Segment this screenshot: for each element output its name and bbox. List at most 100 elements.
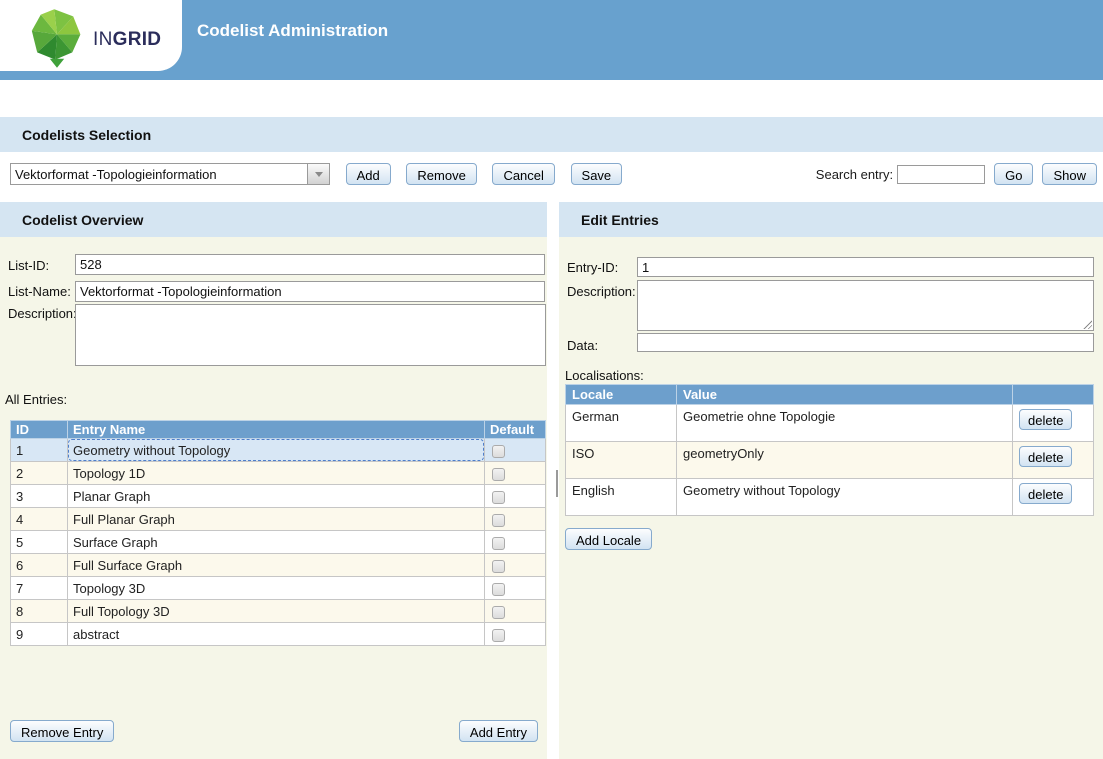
entry-id-cell[interactable]: 3 bbox=[11, 485, 68, 508]
table-row[interactable]: 7Topology 3D bbox=[11, 577, 546, 600]
add-button[interactable]: Add bbox=[346, 163, 391, 185]
list-description-textarea[interactable] bbox=[75, 304, 546, 366]
default-checkbox[interactable] bbox=[492, 606, 505, 619]
entry-name-cell[interactable]: Full Planar Graph bbox=[68, 508, 485, 531]
entry-default-cell bbox=[485, 508, 546, 531]
remove-entry-button[interactable]: Remove Entry bbox=[10, 720, 114, 742]
table-row[interactable]: 5Surface Graph bbox=[11, 531, 546, 554]
entries-tbody: 1Geometry without Topology2Topology 1D3P… bbox=[11, 439, 546, 646]
table-row[interactable]: 8Full Topology 3D bbox=[11, 600, 546, 623]
localisations-label: Localisations: bbox=[565, 368, 644, 383]
save-button[interactable]: Save bbox=[571, 163, 623, 185]
locale-cell[interactable]: ISO bbox=[566, 442, 677, 479]
default-checkbox[interactable] bbox=[492, 583, 505, 596]
page-title: Codelist Administration bbox=[197, 21, 388, 41]
entry-id-cell[interactable]: 6 bbox=[11, 554, 68, 577]
localisation-row[interactable]: ISOgeometryOnly delete bbox=[566, 442, 1094, 479]
panel-splitter[interactable] bbox=[556, 470, 558, 497]
localisation-row[interactable]: GermanGeometrie ohne Topologie delete bbox=[566, 405, 1094, 442]
default-checkbox[interactable] bbox=[492, 445, 505, 458]
add-entry-button[interactable]: Add Entry bbox=[459, 720, 538, 742]
remove-button[interactable]: Remove bbox=[406, 163, 476, 185]
delete-button[interactable]: delete bbox=[1019, 483, 1072, 504]
localisations-table: Locale Value GermanGeometrie ohne Topolo… bbox=[565, 384, 1094, 516]
col-header-value: Value bbox=[677, 385, 1013, 405]
codelists-selection-header: Codelists Selection bbox=[0, 117, 1103, 152]
entry-default-cell bbox=[485, 554, 546, 577]
entry-id-cell[interactable]: 1 bbox=[11, 439, 68, 462]
description-label: Description: bbox=[8, 306, 77, 321]
entry-id-cell[interactable]: 9 bbox=[11, 623, 68, 646]
entry-default-cell bbox=[485, 439, 546, 462]
entry-name-cell[interactable]: Geometry without Topology bbox=[68, 439, 485, 462]
default-checkbox[interactable] bbox=[492, 560, 505, 573]
table-row[interactable]: 6Full Surface Graph bbox=[11, 554, 546, 577]
codelist-overview-header: Codelist Overview bbox=[0, 202, 547, 237]
selection-controls: Vektorformat -Topologieinformation Add R… bbox=[10, 163, 1097, 187]
entry-name-cell[interactable]: abstract bbox=[68, 623, 485, 646]
entry-id-cell[interactable]: 2 bbox=[11, 462, 68, 485]
list-id-label: List-ID: bbox=[8, 258, 49, 273]
entry-id-cell[interactable]: 5 bbox=[11, 531, 68, 554]
entry-name-cell[interactable]: Full Topology 3D bbox=[68, 600, 485, 623]
locale-cell[interactable]: German bbox=[566, 405, 677, 442]
edit-entries-panel: Edit Entries Entry-ID: Description: Data… bbox=[559, 202, 1103, 759]
locale-cell[interactable]: English bbox=[566, 479, 677, 516]
value-cell[interactable]: Geometry without Topology bbox=[677, 479, 1013, 516]
list-name-label: List-Name: bbox=[8, 284, 71, 299]
entry-description-label: Description: bbox=[567, 284, 636, 299]
go-button[interactable]: Go bbox=[994, 163, 1033, 185]
all-entries-label: All Entries: bbox=[5, 392, 67, 407]
entry-default-cell bbox=[485, 462, 546, 485]
default-checkbox[interactable] bbox=[492, 514, 505, 527]
value-cell[interactable]: geometryOnly bbox=[677, 442, 1013, 479]
cancel-button[interactable]: Cancel bbox=[492, 163, 554, 185]
col-header-actions bbox=[1013, 385, 1094, 405]
entry-id-cell[interactable]: 7 bbox=[11, 577, 68, 600]
entry-id-cell[interactable]: 4 bbox=[11, 508, 68, 531]
entry-name-cell[interactable]: Topology 3D bbox=[68, 577, 485, 600]
chevron-down-icon[interactable] bbox=[307, 163, 330, 185]
add-locale-button[interactable]: Add Locale bbox=[565, 528, 652, 550]
delete-button[interactable]: delete bbox=[1019, 446, 1072, 467]
col-header-entry-name: Entry Name bbox=[68, 421, 485, 439]
entry-default-cell bbox=[485, 623, 546, 646]
default-checkbox[interactable] bbox=[492, 537, 505, 550]
default-checkbox[interactable] bbox=[492, 491, 505, 504]
codelist-select[interactable]: Vektorformat -Topologieinformation bbox=[10, 163, 330, 185]
localisation-row[interactable]: EnglishGeometry without Topology delete bbox=[566, 479, 1094, 516]
entry-default-cell bbox=[485, 485, 546, 508]
delete-button[interactable]: delete bbox=[1019, 409, 1072, 430]
table-row[interactable]: 3Planar Graph bbox=[11, 485, 546, 508]
data-label: Data: bbox=[567, 338, 598, 353]
entry-default-cell bbox=[485, 577, 546, 600]
entry-name-cell[interactable]: Full Surface Graph bbox=[68, 554, 485, 577]
table-row[interactable]: 2Topology 1D bbox=[11, 462, 546, 485]
entry-name-cell[interactable]: Surface Graph bbox=[68, 531, 485, 554]
default-checkbox[interactable] bbox=[492, 468, 505, 481]
codelist-overview-panel: Codelist Overview List-ID: List-Name: De… bbox=[0, 202, 547, 759]
search-entry-input[interactable] bbox=[897, 165, 985, 184]
list-id-input[interactable] bbox=[75, 254, 545, 275]
action-cell: delete bbox=[1013, 479, 1094, 516]
default-checkbox[interactable] bbox=[492, 629, 505, 642]
entry-name-cell[interactable]: Topology 1D bbox=[68, 462, 485, 485]
col-header-id: ID bbox=[11, 421, 68, 439]
entry-name-cell[interactable]: Planar Graph bbox=[68, 485, 485, 508]
entry-id-input[interactable] bbox=[637, 257, 1094, 277]
action-cell: delete bbox=[1013, 405, 1094, 442]
table-row[interactable]: 9abstract bbox=[11, 623, 546, 646]
app-header: INGRID Codelist Administration bbox=[0, 0, 1103, 80]
entry-id-cell[interactable]: 8 bbox=[11, 600, 68, 623]
entry-description-textarea[interactable] bbox=[637, 280, 1094, 331]
show-button[interactable]: Show bbox=[1042, 163, 1097, 185]
col-header-locale: Locale bbox=[566, 385, 677, 405]
logo-text: INGRID bbox=[93, 29, 161, 51]
data-input[interactable] bbox=[637, 333, 1094, 352]
codelist-select-value[interactable]: Vektorformat -Topologieinformation bbox=[10, 163, 308, 185]
value-cell[interactable]: Geometrie ohne Topologie bbox=[677, 405, 1013, 442]
entry-default-cell bbox=[485, 531, 546, 554]
table-row[interactable]: 1Geometry without Topology bbox=[11, 439, 546, 462]
list-name-input[interactable] bbox=[75, 281, 545, 302]
table-row[interactable]: 4Full Planar Graph bbox=[11, 508, 546, 531]
